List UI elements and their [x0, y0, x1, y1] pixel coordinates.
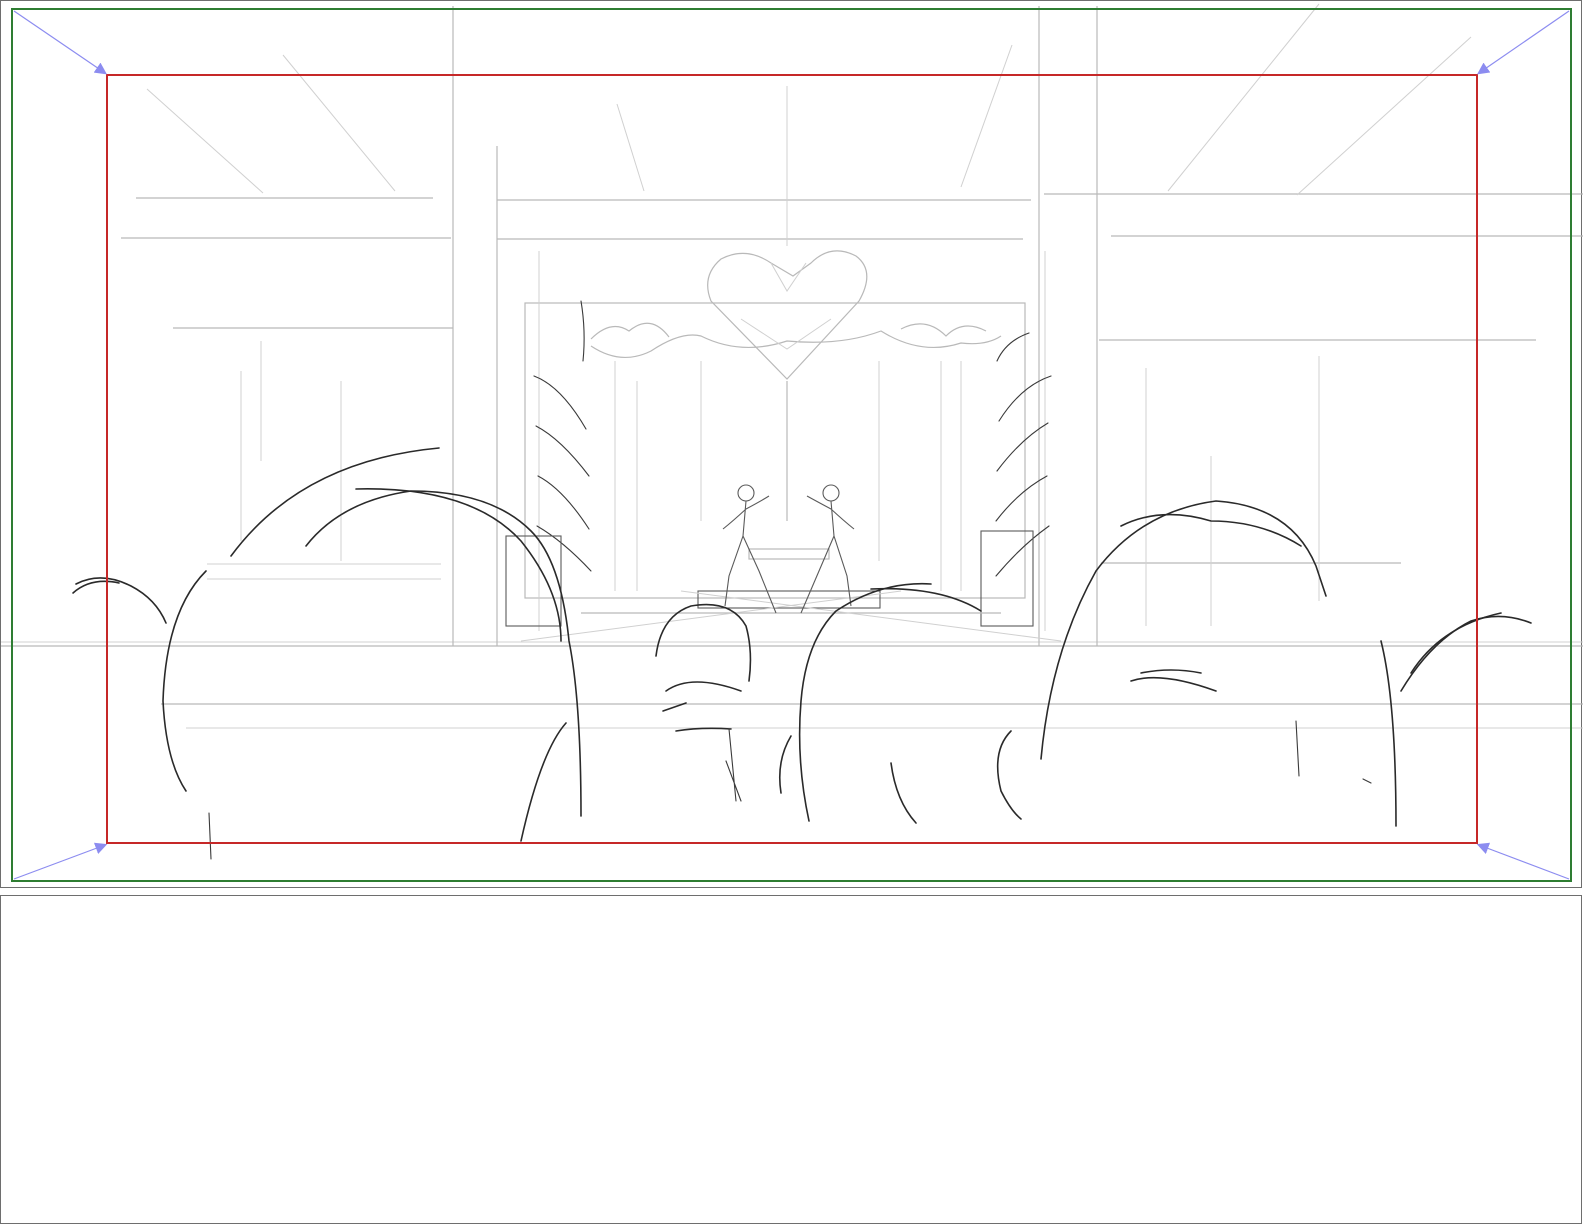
arrow-bottom-left-icon: [13, 842, 108, 880]
audience-silhouettes: [72, 447, 1532, 860]
arrow-bottom-right-icon: [1476, 842, 1570, 880]
arrow-top-left-icon: [13, 10, 107, 75]
camera-push-in-arrows: [13, 10, 1570, 880]
arrow-top-right-icon: [1477, 10, 1570, 75]
background-guide-lines: [1, 3, 1583, 729]
storyboard-panel: [0, 0, 1583, 888]
stage-sketch: [505, 250, 1062, 642]
outer-camera-frame: [11, 8, 1572, 882]
notes-panel[interactable]: [0, 895, 1582, 1224]
storyboard-sketch: [1, 3, 1583, 882]
